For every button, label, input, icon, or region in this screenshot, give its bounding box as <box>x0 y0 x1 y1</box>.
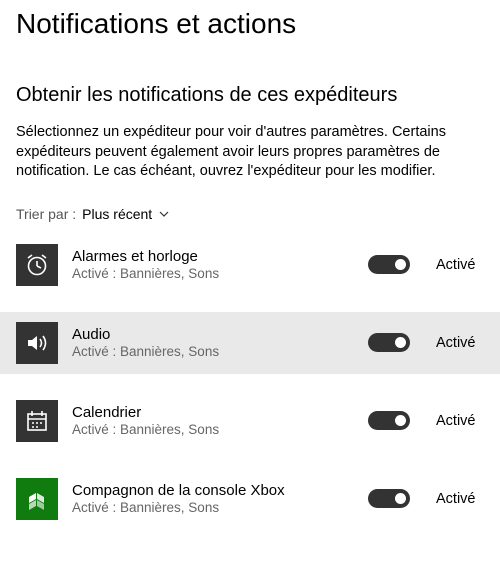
alarm-icon <box>16 244 58 286</box>
sender-item-audio[interactable]: Audio Activé : Bannières, Sons Activé <box>0 312 500 374</box>
sender-sub: Activé : Bannières, Sons <box>72 266 354 281</box>
sender-item-calendrier[interactable]: Calendrier Activé : Bannières, Sons Acti… <box>0 390 500 452</box>
sender-name: Audio <box>72 326 354 343</box>
sender-name: Compagnon de la console Xbox <box>72 482 354 499</box>
sender-text: Calendrier Activé : Bannières, Sons <box>72 404 354 437</box>
chevron-down-icon <box>158 208 170 220</box>
toggle-switch[interactable] <box>368 489 410 508</box>
sender-item-alarmes[interactable]: Alarmes et horloge Activé : Bannières, S… <box>0 234 500 296</box>
sender-list: Alarmes et horloge Activé : Bannières, S… <box>0 234 500 530</box>
sender-text: Audio Activé : Bannières, Sons <box>72 326 354 359</box>
section-title: Obtenir les notifications de ces expédit… <box>0 64 500 123</box>
sender-item-xbox[interactable]: Compagnon de la console Xbox Activé : Ba… <box>0 468 500 530</box>
toggle-label: Activé <box>436 413 484 429</box>
sender-sub: Activé : Bannières, Sons <box>72 344 354 359</box>
toggle-switch[interactable] <box>368 333 410 352</box>
sort-dropdown[interactable]: Trier par : Plus récent <box>0 202 500 234</box>
sender-name: Calendrier <box>72 404 354 421</box>
toggle-switch[interactable] <box>368 255 410 274</box>
sender-sub: Activé : Bannières, Sons <box>72 500 354 515</box>
sender-sub: Activé : Bannières, Sons <box>72 422 354 437</box>
toggle-label: Activé <box>436 257 484 273</box>
page-title: Notifications et actions <box>0 0 500 64</box>
calendar-icon <box>16 400 58 442</box>
toggle-label: Activé <box>436 491 484 507</box>
toggle-switch[interactable] <box>368 411 410 430</box>
toggle-label: Activé <box>436 335 484 351</box>
sort-label: Trier par : <box>16 206 76 222</box>
sender-text: Alarmes et horloge Activé : Bannières, S… <box>72 248 354 281</box>
sender-name: Alarmes et horloge <box>72 248 354 265</box>
speaker-icon <box>16 322 58 364</box>
sender-text: Compagnon de la console Xbox Activé : Ba… <box>72 482 354 515</box>
xbox-icon <box>16 478 58 520</box>
sort-value: Plus récent <box>82 206 152 222</box>
description-text: Sélectionnez un expéditeur pour voir d'a… <box>0 123 500 202</box>
